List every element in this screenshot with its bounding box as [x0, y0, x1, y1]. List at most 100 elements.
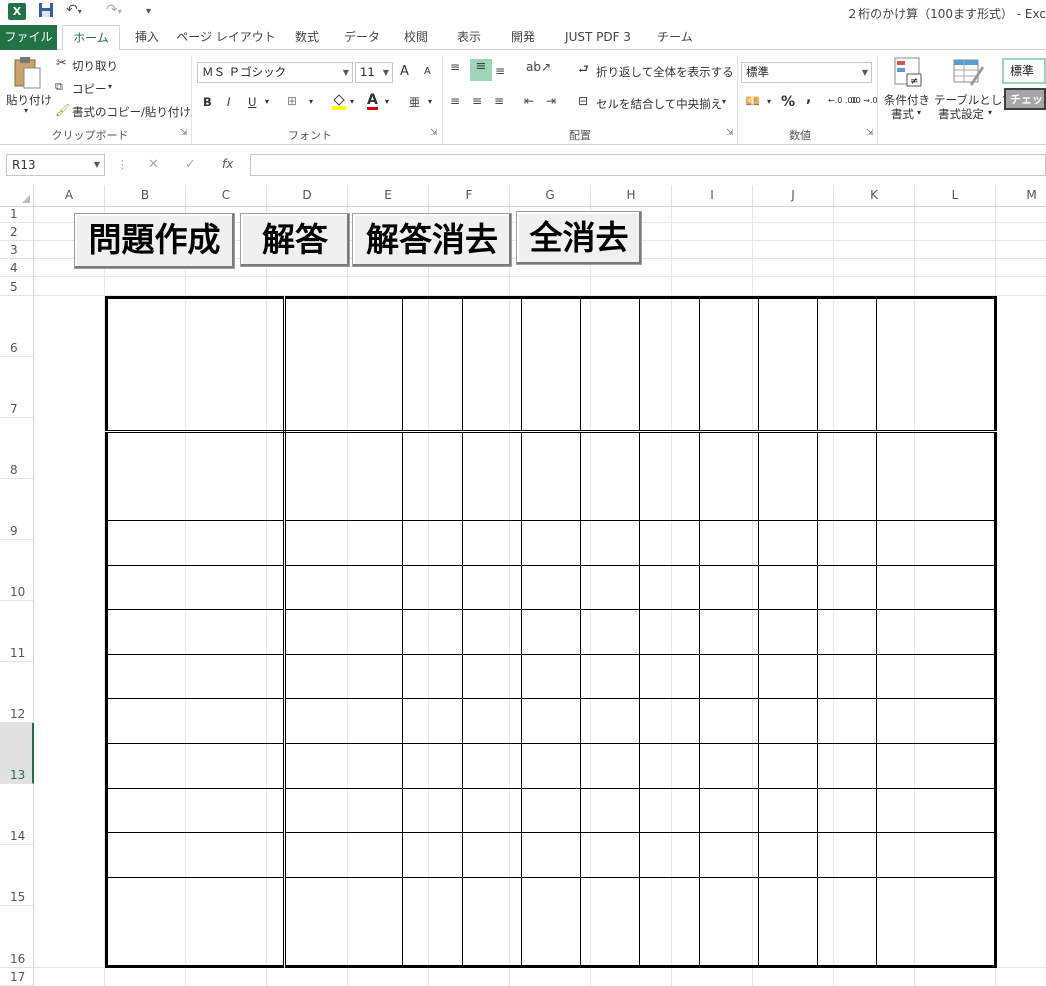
grid-cell[interactable] [876, 698, 996, 744]
grid-cell[interactable] [876, 564, 996, 611]
tab-team[interactable]: チーム [650, 25, 700, 50]
row-header-3[interactable]: 3 [0, 241, 34, 259]
grid-cell[interactable] [520, 609, 582, 655]
align-right-icon[interactable]: ≡ [494, 94, 504, 108]
grid-cell[interactable] [580, 653, 641, 700]
row-header-10[interactable]: 10 [0, 540, 34, 601]
grid-cell[interactable] [402, 430, 463, 521]
grid-cell[interactable] [402, 519, 463, 566]
grid-cell[interactable] [817, 609, 878, 655]
number-format-select[interactable]: 標準 ▼ [741, 62, 872, 83]
grow-font-button[interactable]: A [400, 64, 409, 79]
paste-dropdown-icon[interactable]: ▾ [24, 106, 28, 115]
grid-cell[interactable] [876, 876, 996, 968]
italic-button[interactable]: I [227, 95, 230, 109]
fill-color-dropdown-icon[interactable]: ▾ [350, 97, 354, 106]
cell-style-normal[interactable]: 標準 [1002, 58, 1046, 84]
tab-data[interactable]: データ [337, 25, 387, 50]
grid-cell[interactable] [402, 609, 463, 655]
grid-cell[interactable] [698, 787, 759, 834]
grid-cell[interactable] [461, 742, 522, 789]
grid-cell[interactable] [283, 698, 404, 744]
increase-indent-icon[interactable]: ⇥ [546, 94, 556, 108]
grid-cell[interactable] [402, 564, 463, 611]
copy-dropdown-icon[interactable]: ▾ [108, 82, 112, 91]
grid-cell[interactable] [283, 742, 404, 789]
align-center-icon[interactable]: ≡ [472, 94, 482, 108]
font-color-dropdown-icon[interactable]: ▾ [385, 97, 389, 106]
phonetic-button[interactable]: 亜 [409, 94, 420, 110]
column-header-b[interactable]: B [105, 185, 186, 206]
grid-cell[interactable] [461, 297, 522, 433]
clear-all-button[interactable]: 全消去 [516, 211, 642, 265]
wrap-text-button[interactable]: 折り返して全体を表示する [596, 64, 734, 80]
comma-button[interactable]: , [806, 90, 811, 106]
grid-cell[interactable] [461, 519, 522, 566]
currency-icon[interactable]: 💴 [745, 94, 760, 108]
grid-cell[interactable] [639, 742, 700, 789]
tab-formulas[interactable]: 数式 [284, 25, 330, 50]
border-icon[interactable]: ⊞ [287, 94, 297, 108]
grid-cell[interactable] [757, 297, 819, 433]
grid-cell[interactable] [402, 787, 463, 834]
grid-cell[interactable] [876, 519, 996, 566]
row-header-2[interactable]: 2 [0, 223, 34, 241]
grid-cell[interactable] [757, 430, 819, 521]
currency-dropdown-icon[interactable]: ▾ [767, 97, 771, 106]
grid-cell[interactable] [520, 832, 582, 878]
grid-cell[interactable] [817, 430, 878, 521]
grid-cell[interactable] [461, 876, 522, 968]
row-header-14[interactable]: 14 [0, 784, 34, 845]
number-launcher-icon[interactable]: ⇲ [866, 128, 874, 138]
grid-cell[interactable] [520, 653, 582, 700]
decrease-indent-icon[interactable]: ⇤ [524, 94, 534, 108]
name-box[interactable]: R13 ▼ [6, 154, 105, 176]
tab-review[interactable]: 校閲 [393, 25, 439, 50]
row-header-6[interactable]: 6 [0, 296, 34, 357]
grid-cell[interactable] [580, 609, 641, 655]
format-painter-button[interactable]: 書式のコピー/貼り付け [72, 104, 191, 120]
grid-cell[interactable] [639, 609, 700, 655]
grid-cell[interactable] [757, 519, 819, 566]
grid-cell[interactable] [580, 787, 641, 834]
create-problem-button[interactable]: 問題作成 [74, 213, 235, 269]
insert-function-icon[interactable]: fx [222, 157, 233, 171]
redo-icon[interactable]: ↷▾ [106, 2, 122, 18]
grid-cell[interactable] [580, 297, 641, 433]
answer-button[interactable]: 解答 [240, 213, 350, 267]
grid-cell[interactable] [817, 742, 878, 789]
grid-cell[interactable] [402, 297, 463, 433]
grid-cell[interactable] [757, 609, 819, 655]
grid-cell[interactable] [402, 698, 463, 744]
cut-button[interactable]: 切り取り [72, 58, 118, 74]
row-header-16[interactable]: 16 [0, 906, 34, 968]
row-header-15[interactable]: 15 [0, 845, 34, 906]
grid-cell[interactable] [580, 832, 641, 878]
row-header-11[interactable]: 11 [0, 601, 34, 662]
grid-cell[interactable] [817, 653, 878, 700]
clear-answer-button[interactable]: 解答消去 [352, 213, 512, 267]
grid-cell[interactable] [698, 564, 759, 611]
grid-cell[interactable] [639, 519, 700, 566]
bold-button[interactable]: B [203, 95, 212, 109]
grid-cell[interactable] [639, 787, 700, 834]
copy-button[interactable]: コピー [72, 81, 107, 97]
grid-cell[interactable] [817, 564, 878, 611]
grid-cell[interactable] [757, 832, 819, 878]
font-name-select[interactable]: ＭＳ Ｐゴシック ▼ [197, 62, 353, 83]
grid-cell[interactable] [698, 876, 759, 968]
grid-cell[interactable] [283, 832, 404, 878]
grid-cell[interactable] [817, 787, 878, 834]
font-color-button[interactable]: A [367, 93, 378, 110]
grid-cell[interactable] [520, 564, 582, 611]
grid-cell[interactable] [520, 430, 582, 521]
enter-icon[interactable]: ✓ [185, 157, 196, 172]
format-as-table-label2[interactable]: 書式設定 [938, 106, 984, 122]
select-all-corner[interactable] [0, 185, 34, 206]
grid-cell[interactable] [402, 876, 463, 968]
row-header-8[interactable]: 8 [0, 418, 34, 479]
grid-cell[interactable] [402, 653, 463, 700]
grid-cell[interactable] [106, 609, 286, 655]
font-launcher-icon[interactable]: ⇲ [430, 128, 438, 138]
column-header-e[interactable]: E [348, 185, 429, 206]
